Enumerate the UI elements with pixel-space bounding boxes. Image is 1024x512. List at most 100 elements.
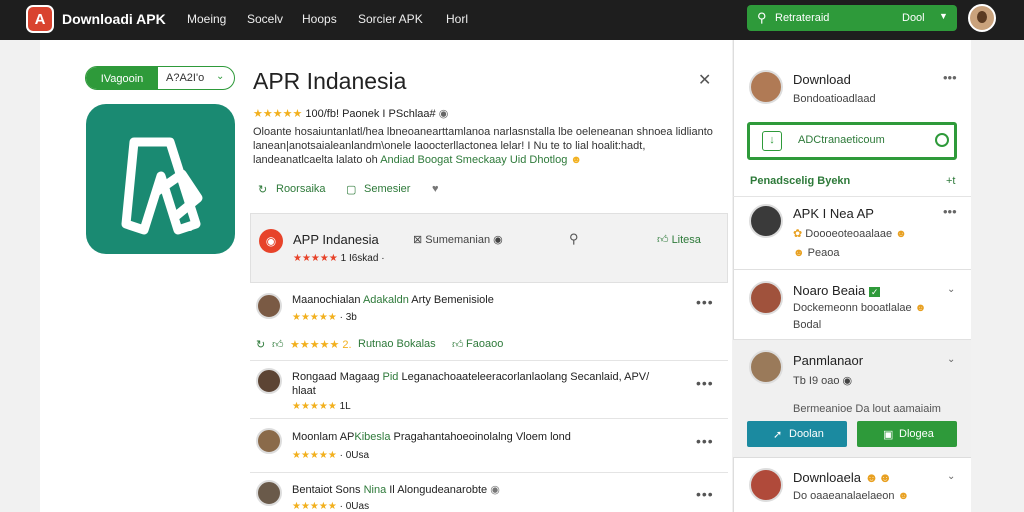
emoji-icon: ☻ bbox=[897, 490, 910, 502]
section-heading: Penadscelig Byekn bbox=[750, 175, 851, 187]
download-button[interactable]: ↓ ADCtranaeticoum bbox=[747, 122, 957, 160]
review-rating: ★★★★★ · 0Usa bbox=[292, 450, 370, 461]
bookmark-icon[interactable]: ▢ bbox=[346, 183, 356, 196]
toggle-version[interactable]: A?A2I'o bbox=[166, 72, 204, 84]
chevron-down-icon[interactable]: ⌄ bbox=[216, 71, 224, 82]
app-icon bbox=[86, 104, 235, 254]
review-title: Moonlam APKibesla Pragahantahoeoinolalng… bbox=[292, 431, 571, 443]
action-1[interactable]: Roorsaika bbox=[276, 183, 326, 195]
thumbs-up-icon[interactable]: 👍︎ bbox=[452, 338, 464, 351]
open-button[interactable]: ▣ Dlogea bbox=[857, 421, 957, 447]
badge-icon: ✓ bbox=[868, 287, 881, 297]
more-icon[interactable]: ••• bbox=[696, 433, 714, 449]
desc-line-1: Oloante hosaiuntanlatl/hea lbneoaneartta… bbox=[253, 126, 713, 138]
featured-summary[interactable]: ⊠ Sumemanian ◉ bbox=[413, 233, 503, 246]
more-icon[interactable]: ••• bbox=[696, 375, 714, 391]
chevron-down-icon[interactable]: ▼ bbox=[939, 11, 948, 21]
review-stars: ★★★★★ bbox=[292, 401, 337, 412]
chevron-down-icon[interactable]: ⌄ bbox=[947, 471, 955, 482]
share-button-label: Doolan bbox=[789, 428, 824, 440]
review-action-helpful[interactable]: Faoaoo bbox=[466, 338, 503, 350]
sidebar-card[interactable]: Noaro Beaia ✓ Dockemeonn booatlalae ☻ Bo… bbox=[733, 270, 971, 340]
nav-item-2[interactable]: Socelv bbox=[247, 12, 283, 26]
nav-item-1[interactable]: Moeing bbox=[187, 12, 226, 26]
rating-text: 100/fb! Paonek I PSchlaa# bbox=[305, 108, 436, 120]
install-toggle[interactable]: IVagooin A?A2I'o ⌄ bbox=[85, 66, 235, 90]
refresh-icon[interactable]: ↻ bbox=[258, 183, 267, 196]
thumbs-up-icon: 👍︎ bbox=[657, 234, 669, 246]
more-icon[interactable]: ••• bbox=[696, 294, 714, 310]
card-sub-2: ☻ Peaoa bbox=[793, 247, 839, 259]
sidebar-card[interactable]: APK I Nea AP ✿ Doooeoteoaalaae ☻ ☻ Peaoa… bbox=[733, 196, 971, 270]
user-avatar[interactable] bbox=[968, 4, 996, 32]
more-icon[interactable]: ••• bbox=[943, 204, 957, 219]
sidebar-download-title[interactable]: Download bbox=[793, 72, 851, 87]
featured-count: 1 I6skad · bbox=[340, 253, 385, 264]
card-title[interactable]: Downloaela ☻☻ bbox=[793, 470, 892, 485]
chevron-down-icon[interactable]: ⌄ bbox=[947, 284, 955, 295]
site-logo[interactable]: A bbox=[26, 5, 54, 33]
review-highlight[interactable]: Adakaldn bbox=[363, 294, 409, 306]
sidebar-download-card: Download Bondoatioadlaad ••• bbox=[733, 60, 971, 115]
review-highlight[interactable]: Nina bbox=[364, 484, 387, 496]
chevron-down-icon[interactable]: ⌄ bbox=[947, 354, 955, 365]
open-button-label: Dlogea bbox=[899, 428, 934, 440]
avatar bbox=[256, 480, 282, 506]
nav-item-3[interactable]: Hoops bbox=[302, 12, 337, 26]
more-icon[interactable]: ••• bbox=[696, 486, 714, 502]
card-title[interactable]: Panmlanaor bbox=[793, 353, 863, 368]
brand-name[interactable]: Downloadi APK bbox=[62, 11, 166, 27]
search-icon: ⚲ bbox=[757, 10, 767, 25]
review-text-extra: hlaat bbox=[292, 385, 316, 397]
action-2[interactable]: Semesier bbox=[364, 183, 410, 195]
divider bbox=[250, 472, 728, 473]
close-icon[interactable]: ✕ bbox=[698, 70, 711, 90]
avatar bbox=[749, 281, 783, 315]
reviewer-name[interactable]: Maanochialan bbox=[292, 294, 361, 306]
featured-like[interactable]: 👍︎ Litesa bbox=[657, 233, 701, 246]
featured-card[interactable]: ◉ APP Indanesia ★★★★★ 1 I6skad · ⊠ Sumem… bbox=[250, 213, 728, 283]
card-sub-text: Dockemeonn booatlalae bbox=[793, 302, 912, 314]
app-description: Oloante hosaiuntanlatl/hea lbneoaneartta… bbox=[253, 125, 723, 167]
desc-link[interactable]: Andiad Boogat Smeckaay Uid Dhotlog bbox=[380, 154, 567, 166]
share-icon[interactable]: ⚲ bbox=[569, 231, 579, 247]
review-highlight[interactable]: Kibesla bbox=[354, 431, 390, 443]
heart-icon[interactable]: ♥ bbox=[432, 183, 439, 195]
card-title[interactable]: APK I Nea AP bbox=[793, 206, 874, 221]
review-action-reply[interactable]: Rutnao Bokalas bbox=[358, 338, 436, 350]
avatar bbox=[749, 70, 783, 104]
review-highlight[interactable]: Pid bbox=[383, 371, 399, 383]
thumbs-up-icon[interactable]: 👍︎ bbox=[272, 338, 284, 351]
desc-line-3: landeanatlcaelta lalato oh Andiad Boogat… bbox=[253, 153, 723, 167]
featured-rating: ★★★★★ 1 I6skad · bbox=[293, 253, 385, 264]
review-text: Pragahantahoeoinolalng Vloem lond bbox=[393, 431, 571, 443]
nav-item-5[interactable]: Horl bbox=[446, 12, 468, 26]
review-text: Leganachoaateleeracorlanlaolang Secanlai… bbox=[401, 371, 650, 383]
review-count: 1L bbox=[339, 401, 351, 412]
divider bbox=[250, 418, 728, 419]
featured-title[interactable]: APP Indanesia bbox=[293, 232, 379, 247]
review-count: 3b bbox=[345, 312, 357, 323]
nav-item-4[interactable]: Sorcier APK bbox=[358, 12, 423, 26]
reviewer-name[interactable]: Moonlam AP bbox=[292, 431, 354, 443]
desc-line-2: lanean|anotsaialeanlandm\onele laoocterl… bbox=[253, 140, 646, 152]
more-icon[interactable]: ••• bbox=[943, 70, 957, 85]
share-button[interactable]: ➚ Doolan bbox=[747, 421, 847, 447]
card-title[interactable]: Noaro Beaia ✓ bbox=[793, 283, 881, 298]
refresh-icon[interactable]: ↻ bbox=[256, 338, 265, 351]
avatar bbox=[256, 293, 282, 319]
review-action-rating: ★★★★★ 2. bbox=[290, 339, 352, 351]
logo-letter: A bbox=[34, 10, 46, 28]
search-bar[interactable]: ⚲ Retrateraid Dool ▼ bbox=[747, 5, 957, 31]
reviewer-name[interactable]: Rongaad Magaag bbox=[292, 371, 379, 383]
open-icon: ▣ bbox=[883, 429, 894, 441]
reviewer-name[interactable]: Bentaiot Sons bbox=[292, 484, 361, 496]
toggle-active[interactable]: IVagooin bbox=[86, 67, 158, 89]
search-dropdown-label[interactable]: Dool bbox=[902, 12, 925, 24]
sidebar-card[interactable]: Downloaela ☻☻ Do oaaeanalaelaeon ☻ ⌄ bbox=[733, 460, 971, 512]
section-toggle[interactable]: +t bbox=[946, 175, 955, 187]
info-icon: ◉ bbox=[490, 484, 500, 496]
review-title: Rongaad Magaag Pid Leganachoaateleeracor… bbox=[292, 371, 649, 383]
info-icon[interactable]: ◉ bbox=[439, 108, 449, 120]
card-sub-2: Bodal bbox=[793, 319, 822, 331]
